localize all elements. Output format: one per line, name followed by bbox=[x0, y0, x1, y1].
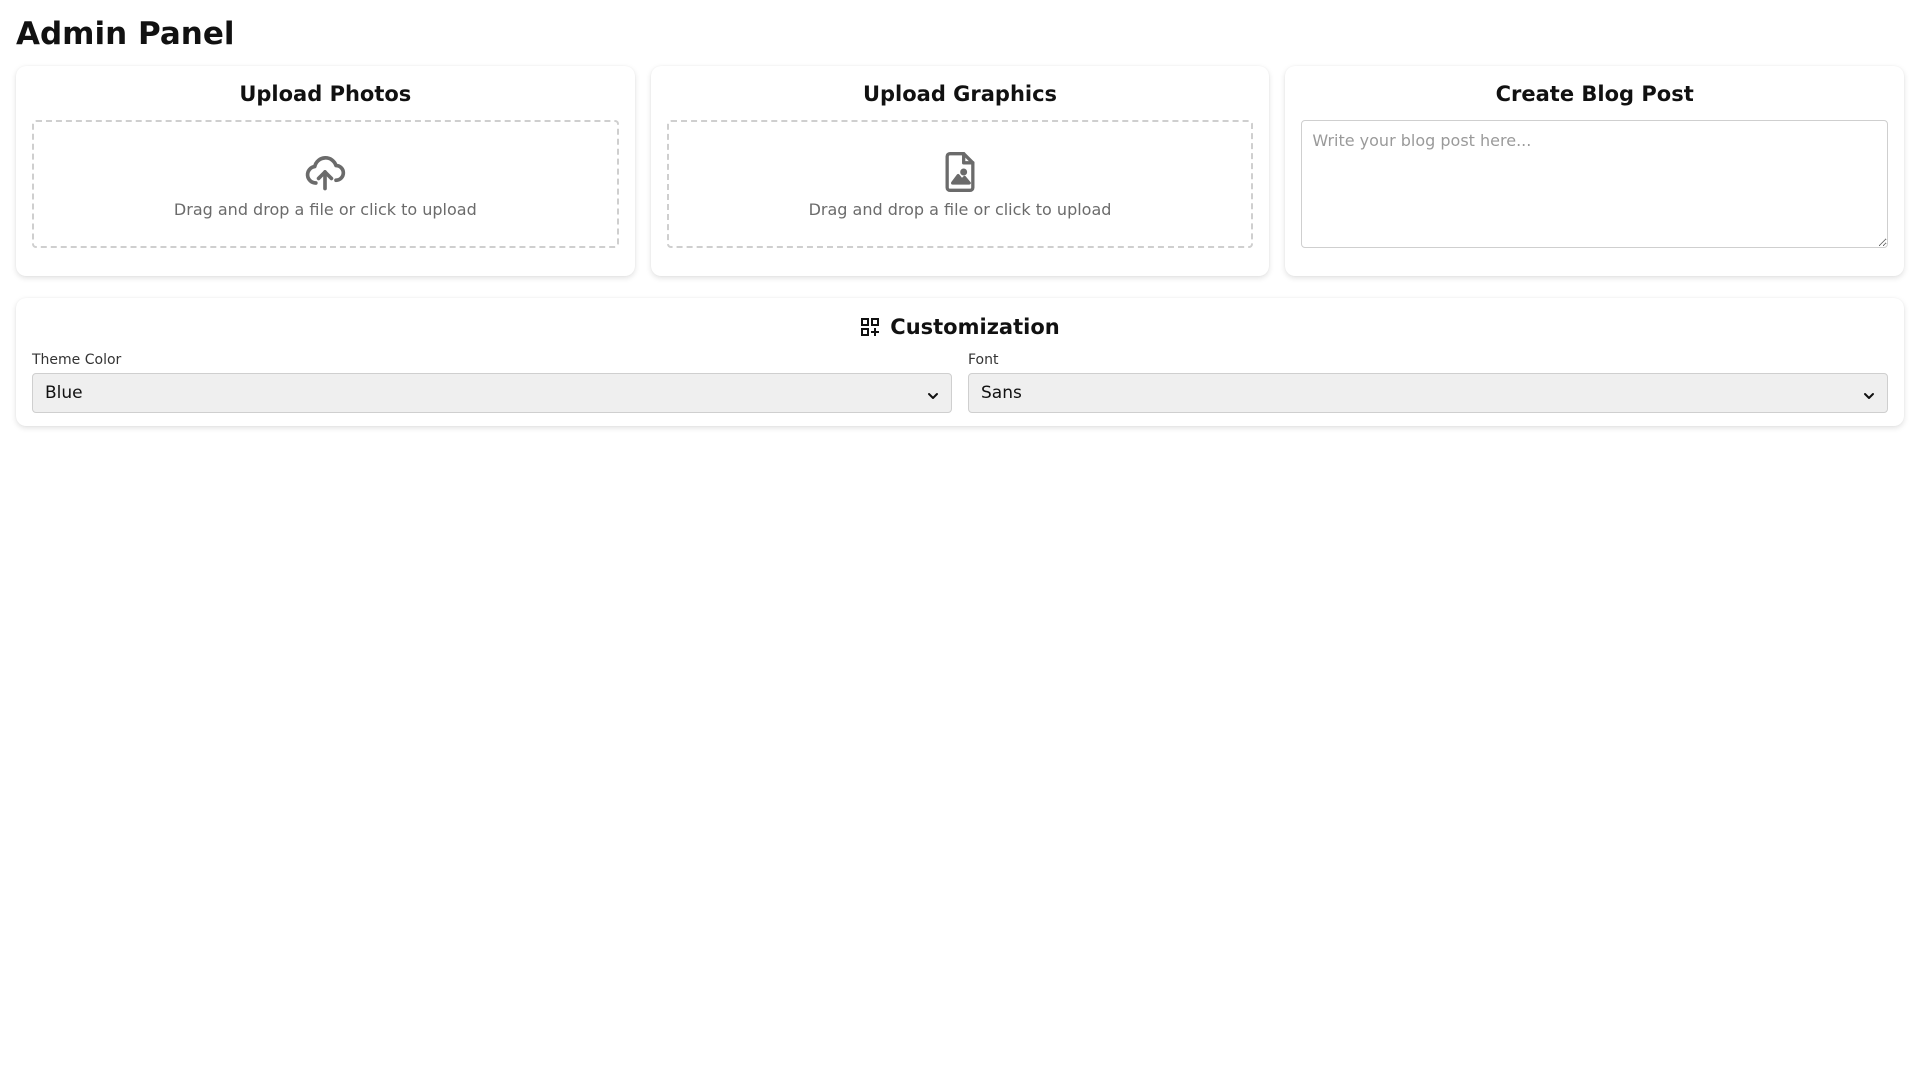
admin-page: Admin Panel Upload Photos Drag and drop … bbox=[0, 0, 1920, 442]
font-select[interactable]: Sans bbox=[968, 373, 1888, 413]
upload-graphics-dropzone-text: Drag and drop a file or click to upload bbox=[808, 199, 1112, 219]
font-selected-value: Sans bbox=[981, 383, 1022, 403]
font-label: Font bbox=[968, 352, 999, 368]
customization-title: Customization bbox=[890, 315, 1060, 339]
upload-photos-card: Upload Photos Drag and drop a file or cl… bbox=[16, 66, 635, 276]
chevron-down-icon bbox=[927, 387, 939, 399]
theme-color-field: Theme Color Blue bbox=[32, 352, 952, 413]
upload-graphics-card: Upload Graphics Drag and drop a file or … bbox=[650, 66, 1270, 276]
create-blog-post-title: Create Blog Post bbox=[1495, 82, 1694, 106]
page-title: Admin Panel bbox=[16, 16, 235, 52]
theme-color-select[interactable]: Blue bbox=[32, 373, 952, 413]
upload-graphics-dropzone[interactable]: Drag and drop a file or click to upload bbox=[666, 120, 1254, 248]
file-image-icon bbox=[938, 150, 982, 194]
chevron-down-icon bbox=[1863, 387, 1875, 399]
blog-post-textarea[interactable] bbox=[1301, 120, 1889, 248]
customization-card: Customization Theme Color Blue Font Sans bbox=[16, 298, 1904, 426]
upload-cards-row: Upload Photos Drag and drop a file or cl… bbox=[16, 66, 1905, 276]
upload-photos-title: Upload Photos bbox=[239, 82, 412, 106]
theme-color-selected-value: Blue bbox=[45, 383, 83, 403]
theme-color-label: Theme Color bbox=[32, 352, 122, 368]
create-blog-post-card: Create Blog Post bbox=[1285, 66, 1905, 276]
grid-add-icon bbox=[860, 317, 880, 337]
upload-photos-dropzone[interactable]: Drag and drop a file or click to upload bbox=[32, 120, 619, 248]
upload-graphics-title: Upload Graphics bbox=[862, 82, 1058, 106]
customization-fields: Theme Color Blue Font Sans bbox=[32, 352, 1888, 413]
upload-photos-dropzone-text: Drag and drop a file or click to upload bbox=[173, 199, 477, 219]
cloud-upload-icon bbox=[303, 150, 347, 194]
customization-header: Customization bbox=[32, 314, 1888, 340]
font-field: Font Sans bbox=[968, 352, 1888, 413]
